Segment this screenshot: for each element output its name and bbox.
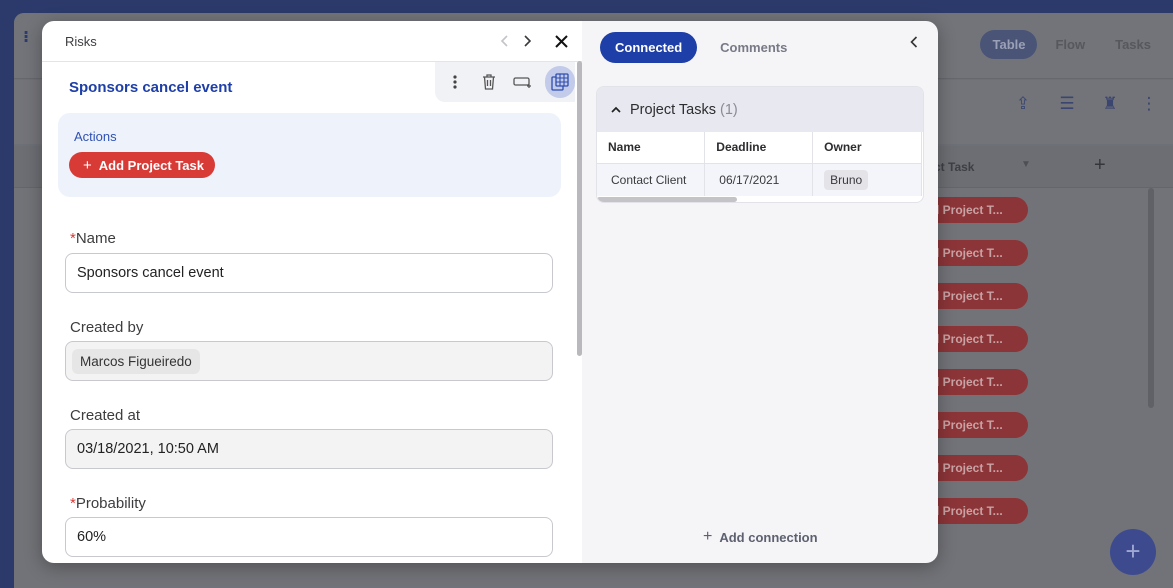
project-tasks-header[interactable]: Project Tasks (1) <box>597 87 923 132</box>
rocket-icon[interactable]: ♜ <box>1100 94 1120 114</box>
caret-down-icon[interactable]: ▼ <box>1021 159 1031 170</box>
add-record-icon[interactable] <box>511 69 535 95</box>
created-by-label: Created by <box>70 319 144 336</box>
more-vertical-icon[interactable]: ⋮ <box>1139 94 1159 114</box>
chevron-left-icon[interactable] <box>494 30 516 52</box>
column-header-name[interactable]: Name <box>597 132 706 164</box>
table-row[interactable]: Contact Client 06/17/2021 Bruno <box>597 163 922 196</box>
created-at-field: 03/18/2021, 10:50 AM <box>65 429 553 469</box>
app-menu-icon[interactable]: ⁝ <box>23 27 29 47</box>
list-icon[interactable]: ☰ <box>1057 94 1077 114</box>
top-app-strip <box>0 0 1173 13</box>
add-project-task-label: Add Project Task <box>98 157 204 173</box>
close-icon[interactable] <box>550 30 572 52</box>
view-tab-table[interactable]: Table <box>980 30 1038 59</box>
created-at-label: Created at <box>70 407 141 424</box>
connections-icon[interactable] <box>545 66 575 98</box>
task-owner-cell: Bruno <box>812 163 922 196</box>
project-tasks-title: Project Tasks (1) <box>630 101 738 118</box>
title-row: Sponsors cancel event <box>42 62 582 113</box>
view-tab-tasks[interactable]: Tasks <box>1103 30 1163 59</box>
add-project-task-button[interactable]: + Add Project Task <box>69 152 215 178</box>
table-horizontal-scrollbar[interactable] <box>597 197 737 202</box>
add-connection-button[interactable]: + Add connection <box>703 528 818 546</box>
background-scrollbar[interactable] <box>1148 188 1154 408</box>
chevron-right-icon[interactable] <box>516 30 538 52</box>
project-tasks-count: (1) <box>720 101 738 118</box>
name-field[interactable]: Sponsors cancel event <box>65 253 553 293</box>
modal-header: Risks <box>42 21 582 62</box>
column-header-deadline[interactable]: Deadline <box>704 132 814 164</box>
project-tasks-card: Project Tasks (1) Name Deadline Owner Co… <box>596 86 924 203</box>
tab-comments[interactable]: Comments <box>705 32 802 63</box>
created-by-field: Marcos Figueiredo <box>65 341 553 381</box>
trash-icon[interactable] <box>477 69 501 95</box>
modal-header-title: Risks <box>65 33 97 49</box>
plus-icon: + <box>83 156 92 174</box>
actions-section: Actions + Add Project Task <box>58 113 561 197</box>
record-action-bar <box>435 62 575 102</box>
floating-add-button[interactable]: + <box>1110 529 1156 575</box>
user-chip: Marcos Figueiredo <box>72 348 200 374</box>
task-deadline-cell: 06/17/2021 <box>704 163 814 196</box>
tab-connected[interactable]: Connected <box>600 32 698 63</box>
column-header-owner[interactable]: Owner <box>812 132 922 164</box>
record-title: Sponsors cancel event <box>69 79 233 96</box>
add-connection-label: Add connection <box>719 529 818 545</box>
project-tasks-table: Name Deadline Owner Contact Client 06/17… <box>597 132 922 196</box>
connections-panel: Connected Comments Project Tasks (1) Nam… <box>582 21 938 563</box>
view-tab-flow[interactable]: Flow <box>1043 30 1097 59</box>
collapse-panel-icon[interactable] <box>904 32 924 52</box>
share-icon[interactable]: ⇪ <box>1013 94 1033 114</box>
plus-icon: + <box>703 528 713 545</box>
more-vertical-icon[interactable] <box>443 69 467 95</box>
record-detail-panel: Risks Sponsors cancel event Actions + Ad… <box>42 21 582 563</box>
add-column-icon[interactable]: + <box>1094 154 1106 177</box>
name-label: *Name <box>70 230 116 247</box>
view-switcher: Table Flow Tasks <box>980 30 1163 59</box>
actions-label: Actions <box>74 129 117 144</box>
record-modal: Risks Sponsors cancel event Actions + Ad… <box>42 21 938 563</box>
owner-chip: Bruno <box>824 169 869 190</box>
chevron-up-icon[interactable] <box>611 106 621 113</box>
panel-tabs: Connected Comments <box>600 32 802 63</box>
task-name-cell: Contact Client <box>597 163 706 196</box>
probability-label: *Probability <box>70 495 146 512</box>
probability-field[interactable]: 60% <box>65 517 553 557</box>
